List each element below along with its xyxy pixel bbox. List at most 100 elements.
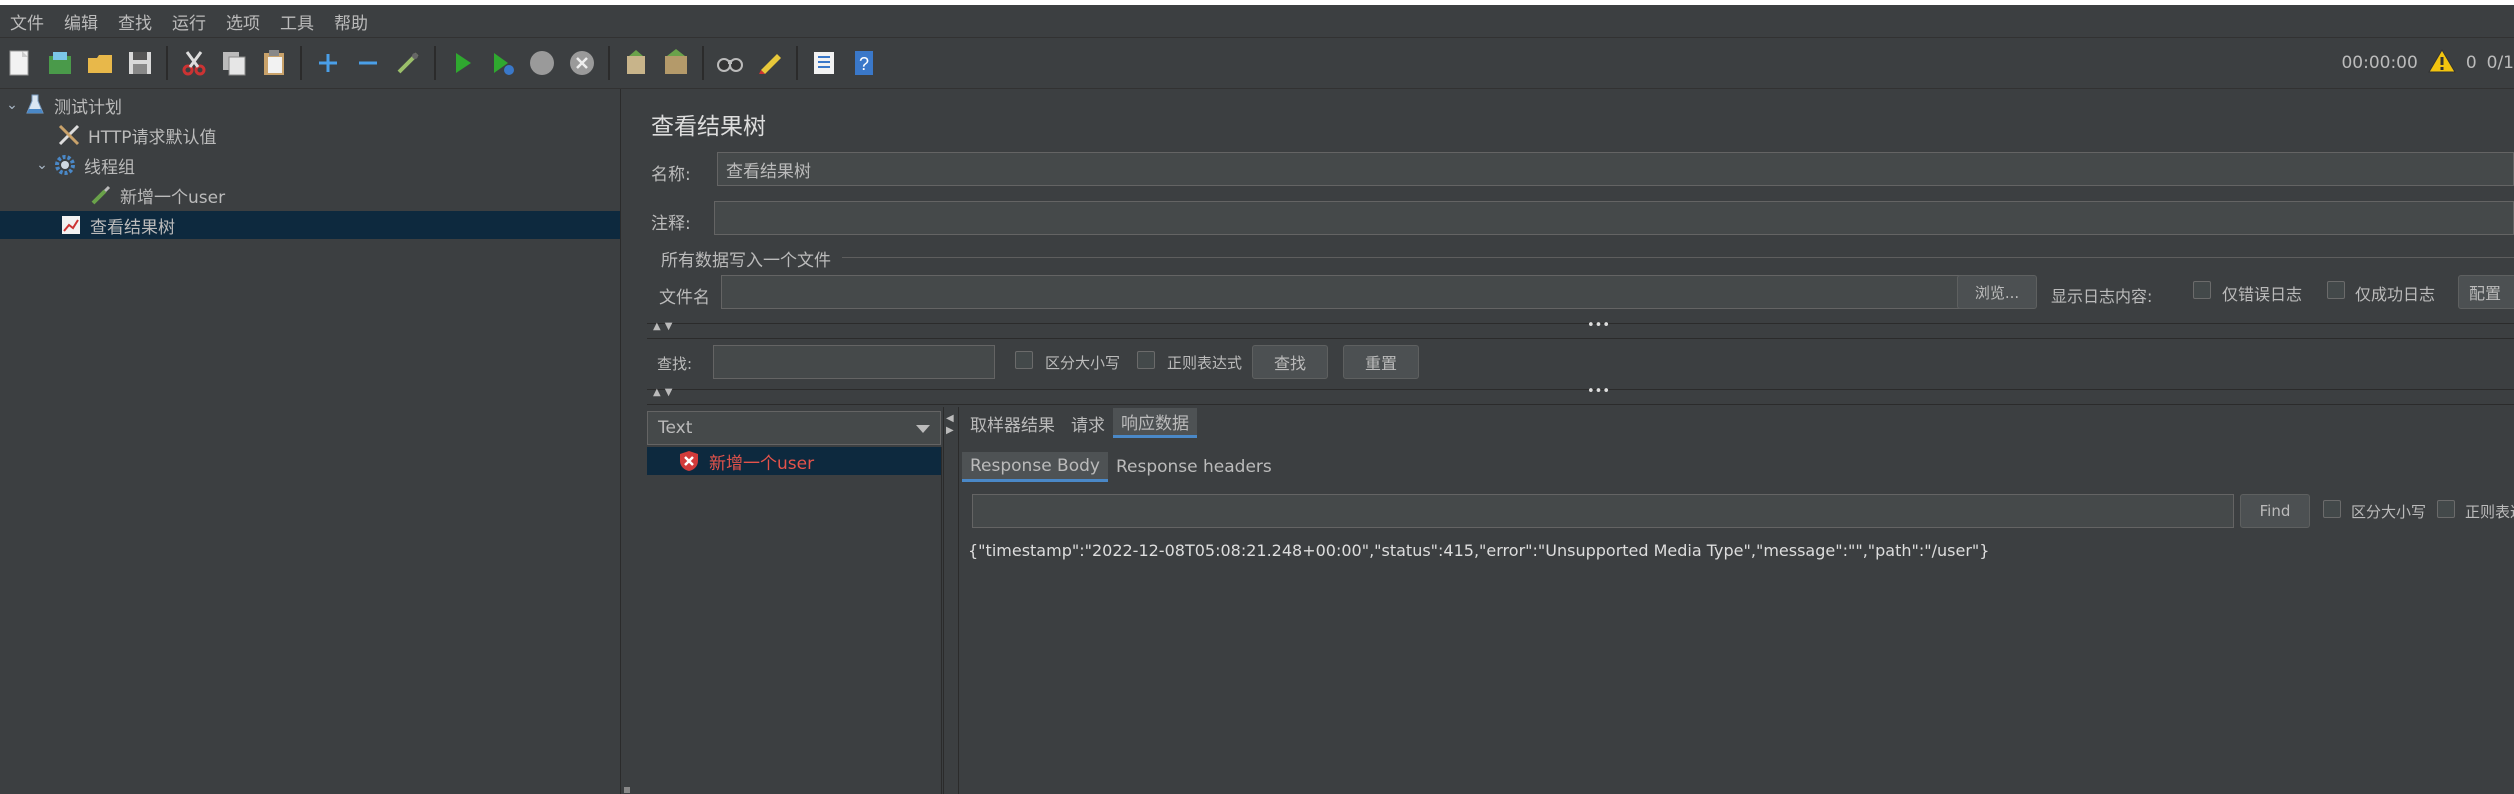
status-area: 00:00:00 0 0/1 <box>2331 38 2514 88</box>
warnings-count: 0 <box>2465 53 2477 73</box>
expand-icon[interactable] <box>311 46 345 80</box>
tab-response-body[interactable]: Response Body <box>962 452 1108 482</box>
toolbar: ? 00:00:00 0 0/1 <box>0 37 2514 89</box>
response-find-input[interactable] <box>972 494 2234 528</box>
warning-icon[interactable] <box>2427 48 2456 79</box>
tab-request[interactable]: 请求 <box>1063 408 1113 438</box>
tree-item-test-plan[interactable]: ⌄ 测试计划 <box>2 91 122 119</box>
toggle-icon[interactable] <box>391 46 425 80</box>
name-label: 名称: <box>651 165 691 185</box>
group-divider <box>842 257 2514 258</box>
errors-only-checkbox[interactable] <box>2193 281 2211 299</box>
start-no-pause-icon[interactable] <box>485 46 519 80</box>
browse-button[interactable]: 浏览... <box>1957 275 2037 309</box>
result-tabs: 取样器结果 请求 响应数据 <box>962 407 1197 439</box>
results-splitter[interactable]: ◀ ▶ <box>943 407 959 794</box>
menu-tools[interactable]: 工具 <box>270 9 324 34</box>
response-regex-label: 正则表达 <box>2465 503 2514 521</box>
tools-icon <box>56 122 82 148</box>
response-body-text: {"timestamp":"2022-12-08T05:08:21.248+00… <box>968 541 1990 560</box>
stop-icon[interactable] <box>525 46 559 80</box>
tree-item-http-defaults[interactable]: HTTP请求默认值 <box>56 121 217 149</box>
active-threads: 0/1 <box>2486 53 2514 73</box>
collapse-arrows-icon[interactable]: ▲▼ <box>653 321 676 332</box>
open-icon[interactable] <box>83 46 117 80</box>
save-icon[interactable] <box>123 46 157 80</box>
collapse-icon[interactable] <box>351 46 385 80</box>
response-case-label: 区分大小写 <box>2351 503 2427 521</box>
toolbar-separator <box>300 46 302 80</box>
tab-response-headers[interactable]: Response headers <box>1108 452 1280 482</box>
response-case-checkbox[interactable] <box>2323 500 2341 518</box>
menu-edit[interactable]: 编辑 <box>54 9 108 34</box>
search-regex-checkbox[interactable] <box>1137 351 1155 369</box>
tree-item-label: 新增一个user <box>120 187 226 208</box>
chevron-down-icon[interactable]: ⌄ <box>2 97 22 113</box>
toolbar-separator <box>608 46 610 80</box>
search-case-checkbox[interactable] <box>1015 351 1033 369</box>
menu-file[interactable]: 文件 <box>0 9 54 34</box>
collapse-arrows-icon[interactable]: ▲▼ <box>653 387 676 398</box>
tab-response-data[interactable]: 响应数据 <box>1113 408 1197 438</box>
filename-label: 文件名 <box>659 288 710 308</box>
search-input[interactable] <box>713 345 995 379</box>
tree-item-view-results-tree[interactable]: 查看结果树 <box>0 211 620 239</box>
tree-item-label: 查看结果树 <box>90 217 175 238</box>
start-icon[interactable] <box>445 46 479 80</box>
svg-text:?: ? <box>859 54 869 74</box>
section-splitter[interactable]: ▲▼ ••• <box>647 384 2514 405</box>
filename-field[interactable] <box>721 275 1984 309</box>
graph-icon <box>58 212 84 238</box>
cut-icon[interactable] <box>177 46 211 80</box>
response-find-button[interactable]: Find <box>2240 494 2310 528</box>
templates-icon[interactable] <box>43 46 77 80</box>
toolbar-separator <box>796 46 798 80</box>
clear-icon[interactable] <box>619 46 653 80</box>
clear-all-icon[interactable] <box>659 46 693 80</box>
success-only-label: 仅成功日志 <box>2355 285 2436 304</box>
menu-options[interactable]: 选项 <box>216 9 270 34</box>
chevron-down-icon <box>916 425 930 433</box>
log-display-label: 显示日志内容: <box>2051 287 2153 306</box>
shutdown-icon[interactable] <box>565 46 599 80</box>
success-only-checkbox[interactable] <box>2327 281 2345 299</box>
tree-item-label: 线程组 <box>84 157 135 178</box>
comment-label: 注释: <box>651 214 691 234</box>
toolbar-separator <box>166 46 168 80</box>
name-field[interactable]: 查看结果树 <box>717 152 2514 186</box>
comment-field[interactable] <box>714 201 2514 235</box>
search-label: 查找: <box>657 355 693 373</box>
tree-item-thread-group[interactable]: ⌄ 线程组 <box>32 151 135 179</box>
main-splitter[interactable] <box>620 89 638 794</box>
tree-item-http-sampler[interactable]: 新增一个user <box>88 181 225 209</box>
section-splitter[interactable]: ▲▼ ••• <box>647 318 2514 339</box>
copy-icon[interactable] <box>217 46 251 80</box>
reset-button[interactable]: 重置 <box>1343 345 1419 379</box>
error-shield-icon <box>677 449 701 473</box>
menu-run[interactable]: 运行 <box>162 9 216 34</box>
flask-icon <box>22 92 48 118</box>
response-regex-checkbox[interactable] <box>2437 500 2455 518</box>
find-button[interactable]: 查找 <box>1252 345 1328 379</box>
chevron-down-icon[interactable]: ⌄ <box>32 157 52 173</box>
renderer-select[interactable]: Text <box>647 411 941 445</box>
search-regex-label: 正则表达式 <box>1167 354 1243 372</box>
reset-search-icon[interactable] <box>753 46 787 80</box>
paste-icon[interactable] <box>257 46 291 80</box>
new-plan-icon[interactable] <box>3 46 37 80</box>
collapse-arrows-icon[interactable]: ◀ ▶ <box>946 413 954 437</box>
tree-item-label: 测试计划 <box>54 97 122 118</box>
splitter-handle[interactable] <box>624 787 630 793</box>
tab-sampler-result[interactable]: 取样器结果 <box>962 408 1063 438</box>
write-to-file-group-title: 所有数据写入一个文件 <box>661 251 831 271</box>
toolbar-separator <box>434 46 436 80</box>
search-icon[interactable] <box>713 46 747 80</box>
configure-button[interactable]: 配置 <box>2458 275 2514 309</box>
sample-result-item[interactable]: 新增一个user <box>647 447 941 475</box>
menu-search[interactable]: 查找 <box>108 9 162 34</box>
drag-handle-icon[interactable]: ••• <box>1587 384 1610 399</box>
menu-help[interactable]: 帮助 <box>324 9 378 34</box>
function-helper-icon[interactable] <box>807 46 841 80</box>
help-icon[interactable]: ? <box>847 46 881 80</box>
drag-handle-icon[interactable]: ••• <box>1587 318 1610 333</box>
